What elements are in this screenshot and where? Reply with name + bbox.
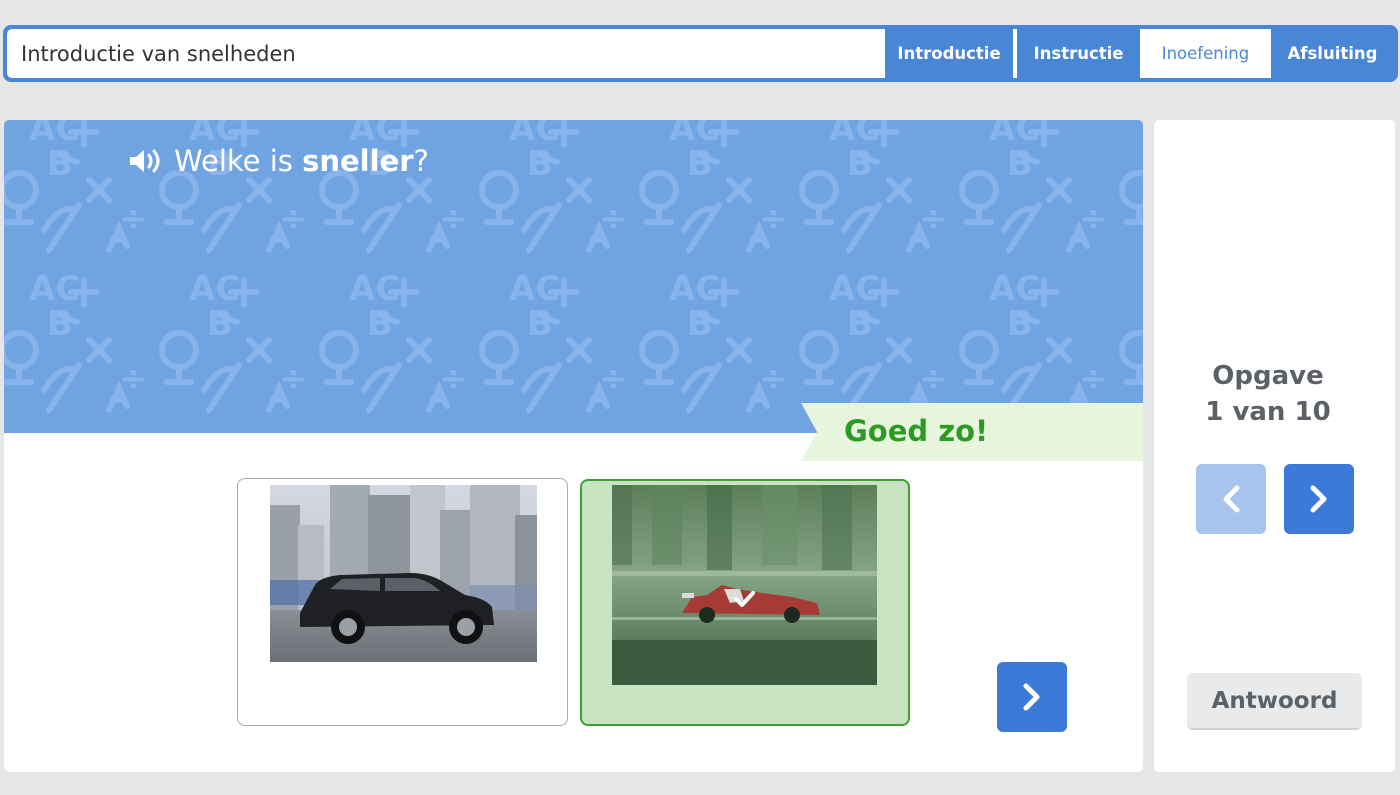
chevron-right-icon: [1310, 485, 1327, 513]
question-text: Welke is sneller?: [128, 144, 429, 178]
exercise-counter: Opgave 1 van 10: [1154, 358, 1382, 430]
question-suffix: ?: [413, 144, 429, 178]
lesson-header: Introductie van snelheden Introductie In…: [3, 25, 1398, 82]
racecar-photo: [612, 485, 877, 685]
question-banner: AC B ÷ Welke is sneller?: [4, 120, 1143, 433]
chevron-left-icon: [1223, 485, 1240, 513]
question-prefix: Welke is: [174, 144, 303, 178]
progress-panel: Opgave 1 van 10 Antwoord: [1154, 120, 1395, 772]
tab-introductie[interactable]: Introductie: [885, 29, 1013, 78]
lesson-title: Introductie van snelheden: [7, 29, 885, 78]
lesson-tabs: Introductie Instructie Inoefening Afslui…: [885, 29, 1394, 78]
exercise-panel: AC B ÷ Welke is sneller? Goed zo!: [4, 120, 1143, 772]
question-keyword: sneller: [302, 144, 414, 178]
answer-card-suv[interactable]: [237, 478, 568, 726]
exercise-label: Opgave: [1212, 361, 1324, 391]
tab-inoefening[interactable]: Inoefening: [1140, 29, 1271, 78]
chevron-right-icon: [1023, 683, 1040, 711]
previous-exercise-button[interactable]: [1196, 464, 1266, 534]
feedback-text: Goed zo!: [844, 414, 989, 448]
tab-afsluiting[interactable]: Afsluiting: [1271, 29, 1394, 78]
next-question-button[interactable]: [997, 662, 1067, 732]
suv-photo: [270, 485, 537, 662]
next-exercise-button[interactable]: [1284, 464, 1354, 534]
speaker-icon[interactable]: [128, 146, 166, 176]
exercise-count: 1 van 10: [1205, 397, 1331, 427]
tab-instructie[interactable]: Instructie: [1013, 29, 1140, 78]
answer-button[interactable]: Antwoord: [1187, 673, 1362, 730]
answer-card-racecar[interactable]: [580, 479, 910, 726]
